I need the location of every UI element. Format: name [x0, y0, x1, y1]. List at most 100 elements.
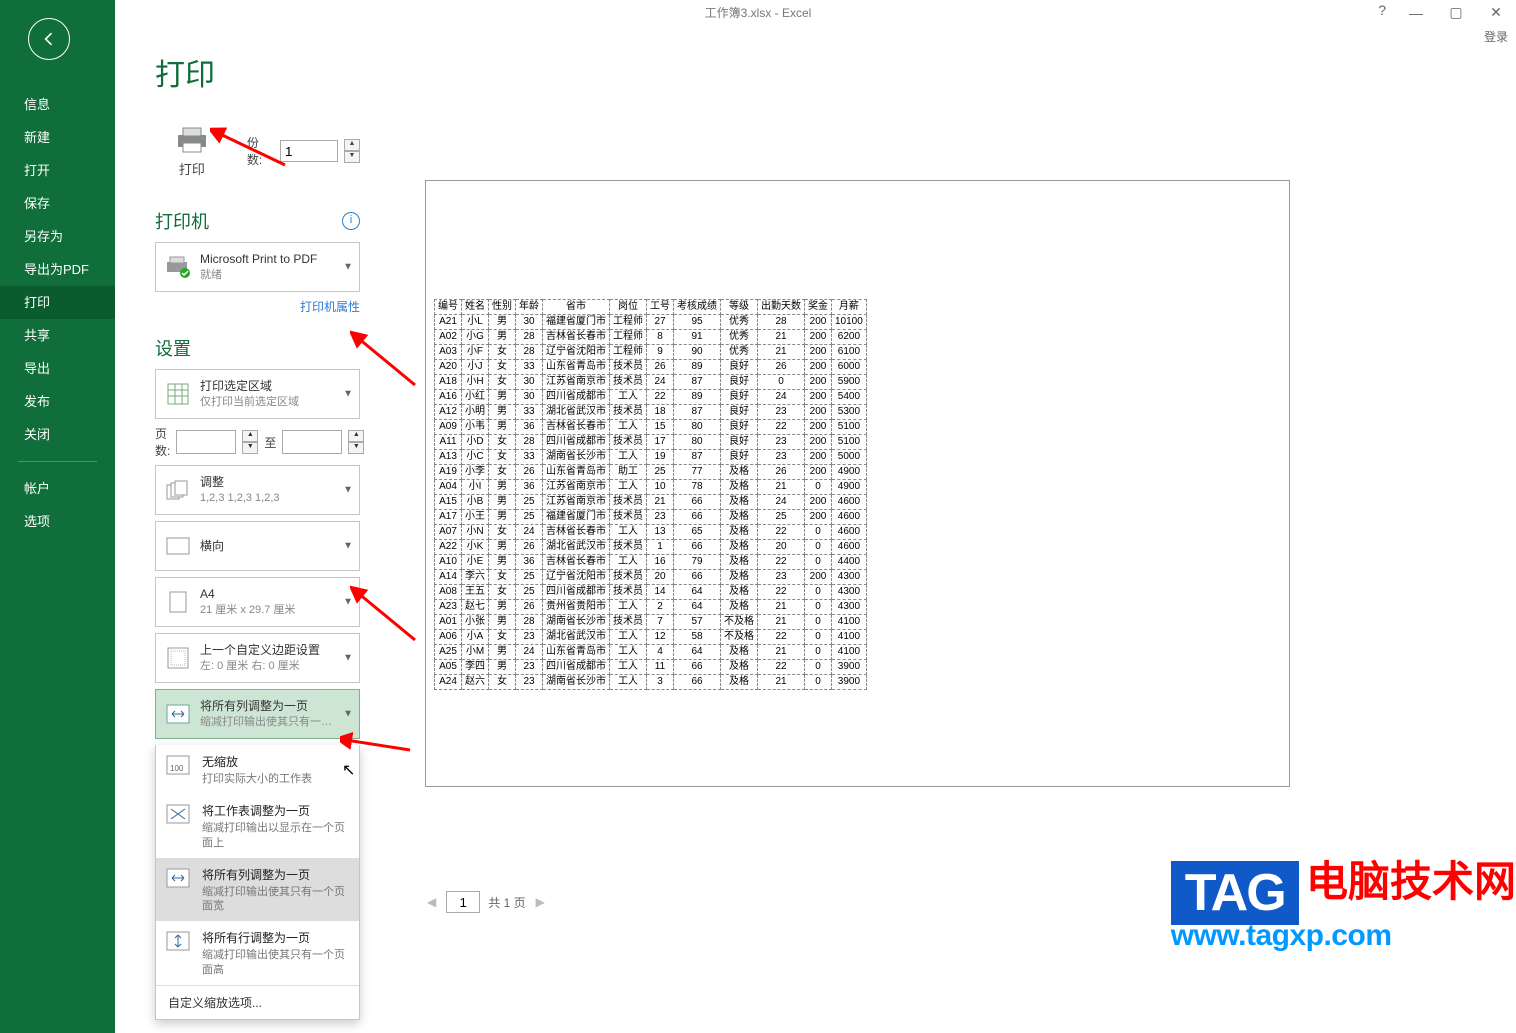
collate-selector[interactable]: 调整1,2,3 1,2,3 1,2,3 ▼ — [155, 465, 360, 515]
collate-title: 调整 — [200, 474, 351, 490]
chevron-down-icon: ▼ — [343, 653, 353, 664]
printer-properties-link[interactable]: 打印机属性 — [300, 300, 360, 314]
scaling-option-0[interactable]: 100 无缩放打印实际大小的工作表 — [156, 745, 359, 794]
scaling-option-icon — [164, 866, 192, 914]
page-input[interactable] — [446, 891, 480, 913]
scaling-option-sub: 打印实际大小的工作表 — [202, 772, 351, 786]
scaling-sub: 缩减打印输出使其只有一… — [200, 715, 351, 730]
scaling-option-2[interactable]: 将所有列调整为一页缩减打印输出使其只有一个页面宽 — [156, 858, 359, 922]
scaling-dropdown: 100 无缩放打印实际大小的工作表将工作表调整为一页缩减打印输出以显示在一个页面上… — [155, 745, 360, 1020]
col-header: 省市 — [543, 300, 610, 315]
col-header: 姓名 — [462, 300, 489, 315]
window-title: 工作簿3.xlsx - Excel — [705, 4, 812, 21]
pages-to-down[interactable]: ▼ — [348, 442, 364, 454]
watermark: TAG 电脑技术网 www.tagxp.com — [1171, 861, 1516, 953]
pages-label: 页数: — [155, 425, 170, 459]
nav-保存[interactable]: 保存 — [0, 187, 115, 220]
table-row: A19小李女26山东省青岛市助工2577及格262004900 — [435, 465, 867, 480]
scaling-option-sub: 缩减打印输出使其只有一个页面宽 — [202, 885, 351, 914]
pages-to-input[interactable] — [282, 430, 342, 454]
chevron-down-icon: ▼ — [343, 485, 353, 496]
scaling-option-1[interactable]: 将工作表调整为一页缩减打印输出以显示在一个页面上 — [156, 794, 359, 858]
scaling-selector[interactable]: 将所有列调整为一页缩减打印输出使其只有一… ▼ — [155, 689, 360, 739]
nav-导出[interactable]: 导出 — [0, 352, 115, 385]
chevron-down-icon: ▼ — [343, 541, 353, 552]
table-row: A12小明男33湖北省武汉市技术员1887良好232005300 — [435, 405, 867, 420]
annotation-arrow — [350, 585, 420, 645]
col-header: 考核成绩 — [674, 300, 721, 315]
col-header: 月薪 — [832, 300, 867, 315]
nav-共享[interactable]: 共享 — [0, 319, 115, 352]
print-area-selector[interactable]: 打印选定区域 仅打印当前选定区域 ▼ — [155, 369, 360, 419]
page-prev[interactable]: ◀ — [425, 893, 438, 911]
col-header: 编号 — [435, 300, 462, 315]
info-icon[interactable]: i — [342, 212, 360, 230]
table-row: A24赵六女23湖南省长沙市工人366及格2103900 — [435, 675, 867, 690]
copies-input[interactable] — [280, 140, 338, 162]
nav-打印[interactable]: 打印 — [0, 286, 115, 319]
table-row: A15小B男25江苏省南京市技术员2166及格242004600 — [435, 495, 867, 510]
table-row: A17小王男25福建省厦门市技术员2366及格252004600 — [435, 510, 867, 525]
print-button[interactable]: 打印 — [155, 114, 229, 188]
scaling-option-icon: 100 — [164, 753, 192, 786]
close-button[interactable]: ✕ — [1476, 0, 1516, 25]
orientation-selector[interactable]: 横向 ▼ — [155, 521, 360, 571]
col-header: 奖金 — [805, 300, 832, 315]
watermark-cn: 电脑技术网 — [1306, 861, 1516, 903]
table-row: A25小M男24山东省青岛市工人464及格2104100 — [435, 645, 867, 660]
nav-新建[interactable]: 新建 — [0, 121, 115, 154]
scaling-option-3[interactable]: 将所有行调整为一页缩减打印输出使其只有一个页面高 — [156, 921, 359, 985]
pages-from-up[interactable]: ▲ — [242, 430, 258, 442]
table-row: A20小J女33山东省青岛市技术员2689良好262006000 — [435, 360, 867, 375]
chevron-down-icon: ▼ — [343, 597, 353, 608]
scaling-option-title: 无缩放 — [202, 753, 351, 770]
col-header: 等级 — [721, 300, 758, 315]
print-area-title: 打印选定区域 — [200, 378, 351, 394]
page-total: 共 1 页 — [488, 894, 525, 911]
back-button[interactable] — [28, 18, 70, 60]
col-header: 出勤天数 — [758, 300, 805, 315]
scaling-option-title: 将工作表调整为一页 — [202, 802, 351, 819]
table-row: A13小C女33湖南省长沙市工人1987良好232005000 — [435, 450, 867, 465]
nav-选项[interactable]: 选项 — [0, 505, 115, 538]
nav-发布[interactable]: 发布 — [0, 385, 115, 418]
nav-关闭[interactable]: 关闭 — [0, 418, 115, 451]
nav-另存为[interactable]: 另存为 — [0, 220, 115, 253]
printer-selector[interactable]: Microsoft Print to PDF 就绪 ▼ — [155, 242, 360, 292]
page-next[interactable]: ▶ — [534, 893, 547, 911]
nav-信息[interactable]: 信息 — [0, 88, 115, 121]
table-row: A10小E男36吉林省长春市工人1679及格2204400 — [435, 555, 867, 570]
paper-sub: 21 厘米 x 29.7 厘米 — [200, 603, 351, 618]
table-row: A09小韦男36吉林省长春市工人1580良好222005100 — [435, 420, 867, 435]
pages-to-up[interactable]: ▲ — [348, 430, 364, 442]
copies-down[interactable]: ▼ — [344, 151, 360, 163]
table-row: A18小H女30江苏省南京市技术员2487良好02005900 — [435, 375, 867, 390]
pages-to-label: 至 — [264, 434, 276, 451]
nav-打开[interactable]: 打开 — [0, 154, 115, 187]
nav-帐户[interactable]: 帐户 — [0, 472, 115, 505]
margins-selector[interactable]: 上一个自定义边距设置左: 0 厘米 右: 0 厘米 ▼ — [155, 633, 360, 683]
scaling-option-sub: 缩减打印输出以显示在一个页面上 — [202, 821, 351, 850]
watermark-tag: TAG — [1171, 861, 1299, 925]
copies-up[interactable]: ▲ — [344, 139, 360, 151]
pages-from-input[interactable] — [176, 430, 236, 454]
minimize-button[interactable]: — — [1396, 0, 1436, 25]
fit-columns-icon — [164, 704, 192, 724]
table-row: A22小K男26湖北省武汉市技术员166及格2004600 — [435, 540, 867, 555]
login-link[interactable]: 登录 — [1484, 28, 1508, 45]
preview-table: 编号姓名性别年龄省市岗位工号考核成绩等级出勤天数奖金月薪A21小L男30福建省厦… — [434, 299, 867, 690]
help-icon[interactable]: ? — [1378, 2, 1386, 18]
nav-导出为PDF[interactable]: 导出为PDF — [0, 253, 115, 286]
table-row: A08王五女25四川省成都市技术员1464及格2204300 — [435, 585, 867, 600]
table-row: A21小L男30福建省厦门市工程师2795优秀2820010100 — [435, 315, 867, 330]
pages-from-down[interactable]: ▼ — [242, 442, 258, 454]
table-row: A07小N女24吉林省长春市工人1365及格2204600 — [435, 525, 867, 540]
chevron-down-icon: ▼ — [343, 389, 353, 400]
settings-heading: 设置 — [155, 335, 191, 361]
paper-selector[interactable]: A421 厘米 x 29.7 厘米 ▼ — [155, 577, 360, 627]
annotation-arrow — [350, 330, 420, 390]
col-header: 工号 — [647, 300, 674, 315]
custom-scaling-link[interactable]: 自定义缩放选项... — [156, 985, 359, 1019]
col-header: 性别 — [489, 300, 516, 315]
maximize-button[interactable]: ▢ — [1436, 0, 1476, 25]
